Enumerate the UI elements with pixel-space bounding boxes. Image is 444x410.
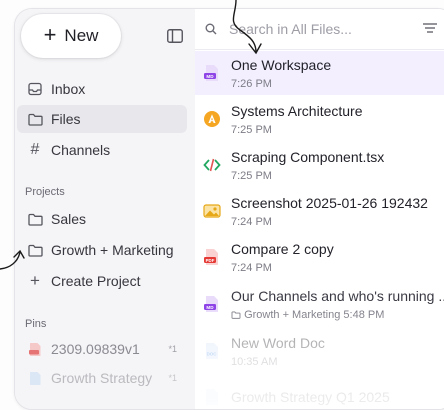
pin-label: 2309.09839v1	[51, 341, 140, 357]
pin-count: *1	[168, 344, 177, 354]
new-button[interactable]: + New	[21, 14, 121, 58]
file-time: 5:48 PM	[343, 308, 385, 321]
svg-text:MD: MD	[206, 74, 214, 79]
sidebar: + New Inbox Files # Channels Projects Sa…	[15, 9, 195, 409]
sidebar-item-label: Growth + Marketing	[51, 242, 174, 258]
sidebar-item-label: Channels	[51, 142, 111, 158]
pdf-file-icon	[27, 341, 43, 357]
search-input[interactable]	[227, 20, 444, 38]
file-time: 7:25 PM	[231, 169, 272, 182]
folder-icon	[231, 310, 241, 319]
file-name: Scraping Component.tsx	[231, 148, 385, 165]
doc-file-icon	[206, 389, 218, 405]
new-button-label: New	[64, 26, 99, 45]
file-name: Compare 2 copy	[231, 240, 334, 257]
file-name: Growth Strategy Q1 2025	[231, 389, 390, 405]
search-bar	[195, 9, 444, 50]
create-project-button[interactable]: + Create Project	[17, 267, 187, 295]
file-time: 7:24 PM	[231, 261, 272, 274]
plus-icon: +	[30, 271, 40, 290]
create-project-label: Create Project	[51, 273, 141, 289]
sidebar-item-channels[interactable]: # Channels	[17, 136, 187, 164]
file-row[interactable]: Scraping Component.tsx 7:25 PM	[195, 143, 444, 187]
file-row[interactable]: Systems Architecture 7:25 PM	[195, 97, 444, 141]
svg-text:PDF: PDF	[206, 258, 215, 263]
filter-icon[interactable]	[423, 23, 437, 33]
sidebar-toggle-icon[interactable]	[167, 29, 183, 43]
file-name: Screenshot 2025-01-26 192432	[231, 194, 428, 211]
file-list-panel: MD One Workspace 7:26 PM Systems Archite…	[195, 9, 444, 409]
pin-count: *1	[168, 373, 177, 383]
pins-heading: Pins	[25, 318, 47, 330]
folder-icon	[27, 111, 43, 127]
whiteboard-file-icon	[204, 111, 220, 127]
pdf-file-icon: PDF	[204, 249, 218, 265]
markdown-file-icon: MD	[204, 296, 218, 312]
file-time: 10:35 AM	[231, 355, 278, 368]
file-time: 7:26 PM	[231, 77, 272, 90]
file-row[interactable]: MD One Workspace 7:26 PM	[195, 51, 444, 95]
file-row[interactable]: DOC New Word Doc 10:35 AM	[195, 329, 444, 373]
svg-text:MD: MD	[206, 305, 214, 310]
file-time: 7:25 PM	[231, 123, 272, 136]
file-row[interactable]: MD Our Channels and who's running ... Gr…	[195, 281, 444, 327]
svg-text:DOC: DOC	[207, 352, 218, 357]
code-file-icon	[203, 158, 221, 172]
sidebar-item-files[interactable]: Files	[17, 105, 187, 133]
folder-icon	[27, 211, 43, 227]
doc-file-icon: DOC	[206, 343, 218, 359]
doc-file-icon	[27, 370, 43, 386]
file-name: New Word Doc	[231, 334, 325, 351]
file-row[interactable]: Growth Strategy Q1 2025	[195, 375, 444, 409]
image-file-icon	[203, 204, 221, 218]
inbox-icon	[27, 81, 43, 97]
file-name: Our Channels and who's running ...	[231, 287, 444, 304]
markdown-file-icon: MD	[204, 65, 218, 81]
file-name: One Workspace	[231, 56, 332, 73]
sidebar-item-inbox[interactable]: Inbox	[17, 75, 187, 103]
app-window: + New Inbox Files # Channels Projects Sa…	[14, 8, 444, 410]
pin-item[interactable]: 2309.09839v1 *1	[15, 336, 191, 362]
sidebar-item-project-growth-marketing[interactable]: Growth + Marketing	[17, 236, 187, 264]
sidebar-item-label: Sales	[51, 211, 87, 227]
file-time: 7:24 PM	[231, 215, 272, 228]
search-icon	[205, 23, 217, 35]
sidebar-item-project-sales[interactable]: Sales	[17, 205, 187, 233]
file-folder: Growth + Marketing	[244, 308, 341, 321]
sidebar-item-label: Inbox	[51, 81, 86, 97]
file-meta: Growth + Marketing 5:48 PM	[231, 309, 444, 321]
pin-item[interactable]: Growth Strategy *1	[15, 365, 191, 391]
projects-heading: Projects	[25, 186, 65, 198]
hash-icon: #	[30, 141, 40, 158]
pin-label: Growth Strategy	[51, 370, 153, 386]
plus-icon: +	[43, 22, 57, 47]
file-name: Systems Architecture	[231, 102, 363, 119]
sidebar-item-label: Files	[51, 111, 81, 127]
file-row[interactable]: PDF Compare 2 copy 7:24 PM	[195, 235, 444, 279]
file-row[interactable]: Screenshot 2025-01-26 192432 7:24 PM	[195, 189, 444, 233]
folder-icon	[27, 242, 43, 258]
